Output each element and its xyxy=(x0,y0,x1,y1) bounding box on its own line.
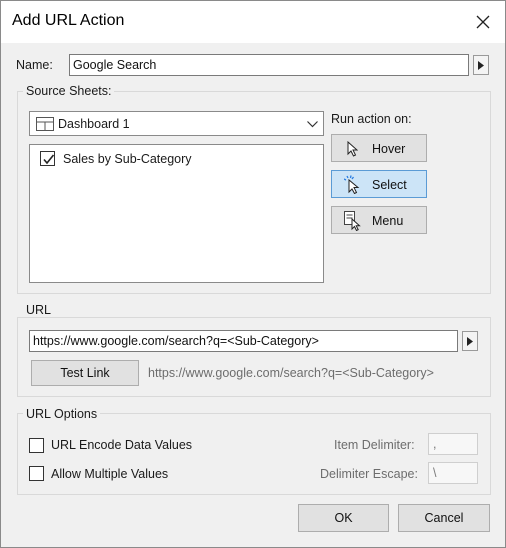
right-arrow-icon xyxy=(478,61,484,70)
menu-pointer-icon xyxy=(344,211,361,231)
run-on-select-button[interactable]: Select xyxy=(331,170,427,198)
source-sheets-label: Source Sheets: xyxy=(23,84,115,98)
close-button[interactable] xyxy=(469,8,497,36)
test-link-button[interactable]: Test Link xyxy=(31,360,139,386)
dashboard-dropdown[interactable]: Dashboard 1 xyxy=(29,111,324,136)
allow-multiple-checkbox[interactable] xyxy=(29,466,44,481)
item-delimiter-input[interactable]: , xyxy=(428,433,478,455)
cancel-button[interactable]: Cancel xyxy=(398,504,490,532)
name-label: Name: xyxy=(16,58,53,72)
close-icon xyxy=(476,15,490,29)
url-encode-label: URL Encode Data Values xyxy=(51,438,193,452)
run-on-hover-button[interactable]: Hover xyxy=(331,134,427,162)
pointer-arrow-icon xyxy=(347,141,358,157)
url-insert-field-button[interactable] xyxy=(462,331,478,351)
sheet-label: Sales by Sub-Category xyxy=(63,152,192,166)
right-arrow-icon xyxy=(467,337,473,346)
pointer-click-icon xyxy=(344,175,360,194)
sheet-checkbox[interactable] xyxy=(40,151,55,166)
select-label: Select xyxy=(372,178,407,192)
url-encode-checkbox[interactable] xyxy=(29,438,44,453)
dialog-title: Add URL Action xyxy=(12,12,125,29)
name-insert-menu-button[interactable] xyxy=(473,55,489,75)
url-preview-text: https://www.google.com/search?q=<Sub-Cat… xyxy=(148,366,434,380)
list-item[interactable]: Sales by Sub-Category xyxy=(38,149,318,169)
run-action-label: Run action on: xyxy=(331,112,412,126)
ok-button[interactable]: OK xyxy=(298,504,389,532)
name-input[interactable]: Google Search xyxy=(69,54,469,76)
hover-label: Hover xyxy=(372,142,406,156)
sheets-list: Sales by Sub-Category xyxy=(29,144,324,283)
delimiter-escape-input[interactable]: \ xyxy=(428,462,478,484)
url-options-label: URL Options xyxy=(23,407,101,421)
url-options-group xyxy=(17,413,491,495)
chevron-down-icon xyxy=(307,121,318,128)
run-on-menu-button[interactable]: Menu xyxy=(331,206,427,234)
delimiter-escape-label: Delimiter Escape: xyxy=(320,467,418,481)
allow-multiple-label: Allow Multiple Values xyxy=(51,467,169,481)
dashboard-grid-icon xyxy=(36,117,54,131)
title-bar: Add URL Action xyxy=(1,1,505,43)
item-delimiter-label: Item Delimiter: xyxy=(334,438,415,452)
add-url-action-dialog: Add URL Action Name: Google Search Sourc… xyxy=(0,0,506,548)
checkmark-icon xyxy=(43,154,55,165)
url-input[interactable]: https://www.google.com/search?q=<Sub-Cat… xyxy=(29,330,458,352)
menu-label: Menu xyxy=(372,214,404,228)
url-group-label: URL xyxy=(23,303,55,317)
dashboard-selected-value: Dashboard 1 xyxy=(58,117,130,131)
